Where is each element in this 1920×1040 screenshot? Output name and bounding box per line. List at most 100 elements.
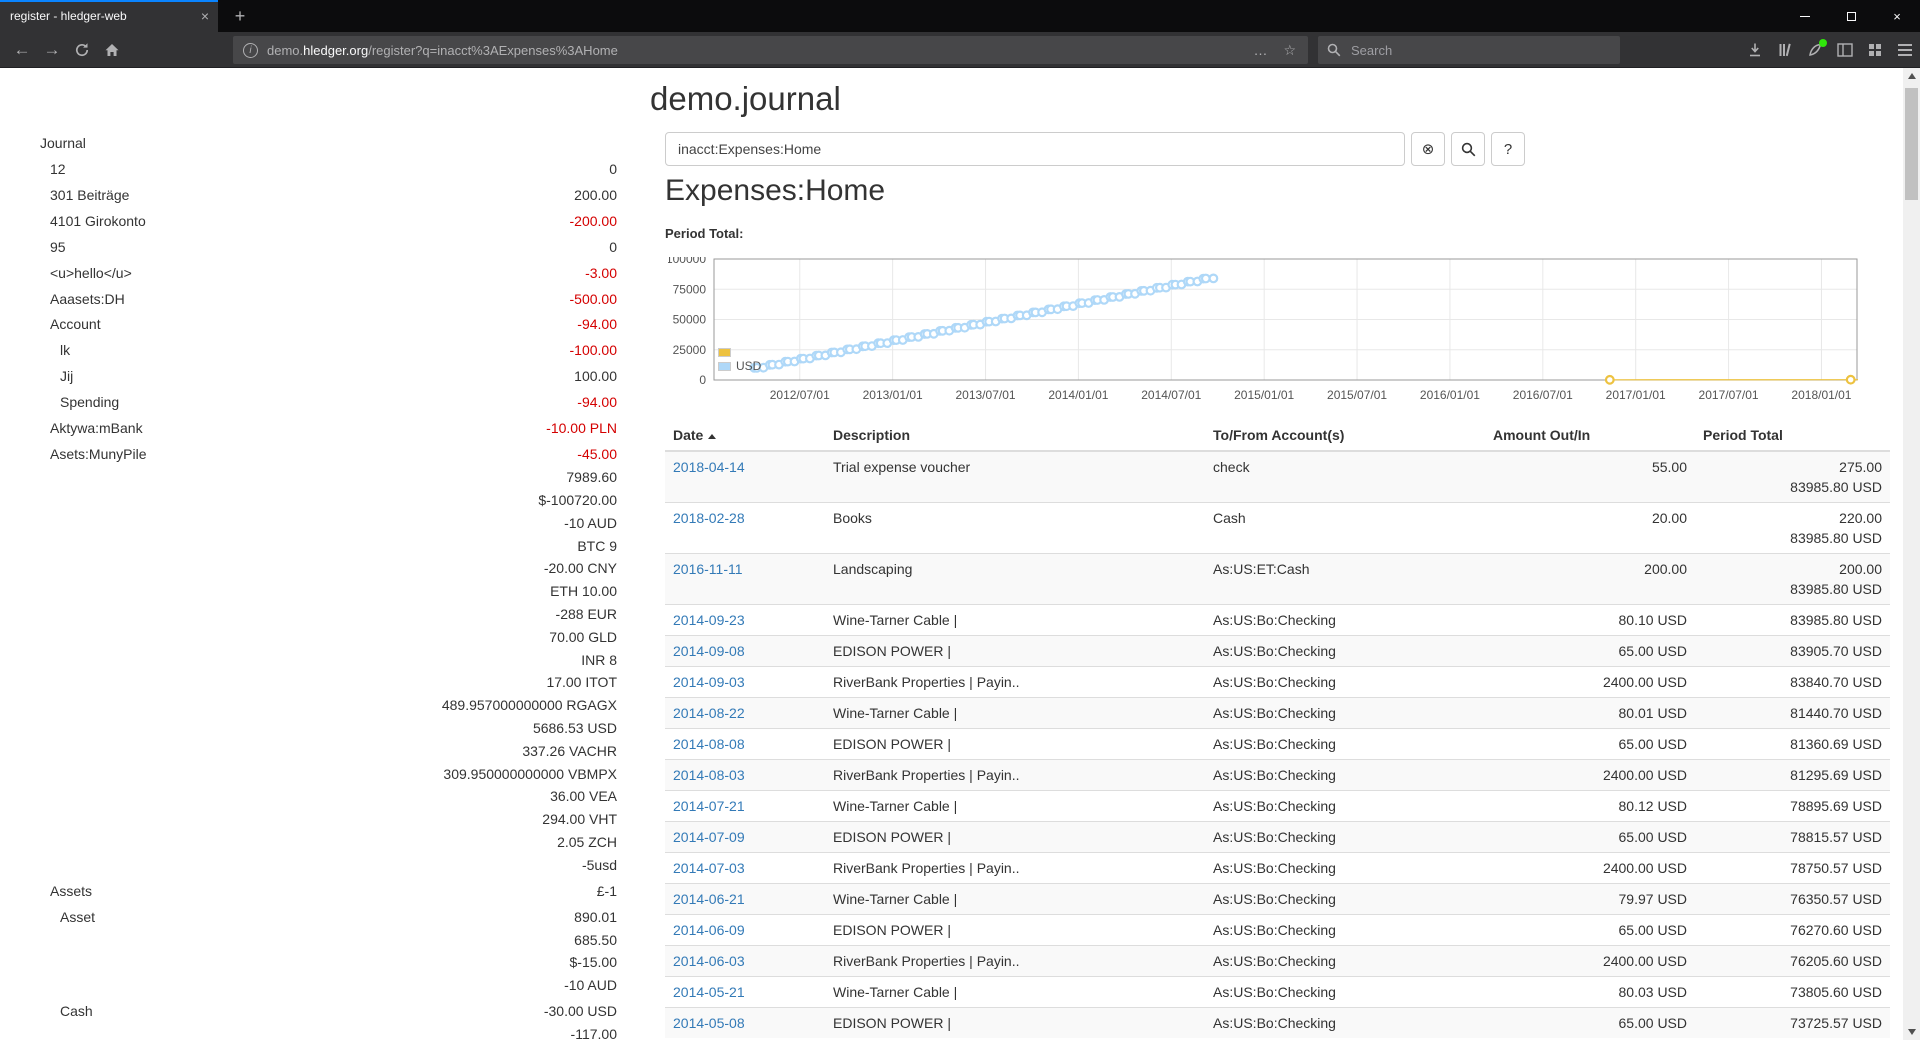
register-row: 2014-08-03RiverBank Properties | Payin..… — [665, 760, 1890, 791]
svg-text:75000: 75000 — [673, 282, 707, 296]
account-balance: £-1 — [597, 880, 617, 903]
period-total-amount: 200.0083985.80 USD — [1695, 554, 1890, 605]
balance-amount: -30.00 USD — [544, 1000, 617, 1023]
transaction-date-link[interactable]: 2014-07-03 — [673, 860, 745, 876]
sidebar-item-journal[interactable]: Journal — [40, 132, 86, 155]
clear-query-button[interactable]: ⊗ — [1411, 132, 1445, 166]
sidebar-account-link[interactable]: 12 — [40, 158, 66, 181]
browser-search-input[interactable] — [1349, 42, 1589, 59]
sidebar-toggle-button[interactable] — [1832, 37, 1858, 63]
window-close-button[interactable]: × — [1874, 0, 1920, 32]
reload-button[interactable] — [68, 36, 96, 64]
period-total-amount: 73805.60 USD — [1695, 977, 1890, 1008]
balance-amount: $-15.00 — [564, 951, 617, 974]
url-path: /register?q=inacct%3AExpenses%3AHome — [368, 43, 618, 58]
transaction-account: As:US:Bo:Checking — [1205, 698, 1485, 729]
url-domain: hledger.org — [303, 43, 368, 58]
journal-title: demo.journal — [650, 80, 841, 118]
account-balance: 0 — [609, 158, 617, 181]
browser-search-bar[interactable] — [1318, 36, 1620, 64]
register-row: 2014-06-21Wine-Tarner Cable |As:US:Bo:Ch… — [665, 884, 1890, 915]
sidebar-account-link[interactable]: Spending — [40, 391, 119, 414]
transaction-date-link[interactable]: 2018-02-28 — [673, 510, 745, 526]
new-tab-button[interactable]: + — [228, 4, 252, 28]
addon-button[interactable] — [1802, 37, 1828, 63]
transaction-account: As:US:Bo:Checking — [1205, 822, 1485, 853]
back-icon: ← — [14, 40, 31, 60]
legend-swatch-icon — [718, 348, 731, 357]
register-row: 2014-05-08EDISON POWER |As:US:Bo:Checkin… — [665, 1008, 1890, 1039]
back-button[interactable]: ← — [8, 36, 36, 64]
transaction-date-link[interactable]: 2014-09-03 — [673, 674, 745, 690]
forward-button[interactable]: → — [38, 36, 66, 64]
apps-button[interactable] — [1862, 37, 1888, 63]
transaction-date-link[interactable]: 2014-07-21 — [673, 798, 745, 814]
period-total-amount: 83985.80 USD — [1695, 605, 1890, 636]
sidebar-account-link[interactable]: Assets — [40, 880, 92, 903]
column-header-date[interactable]: Date — [665, 420, 825, 451]
transaction-description: Wine-Tarner Cable | — [825, 791, 1205, 822]
transaction-date-link[interactable]: 2014-07-09 — [673, 829, 745, 845]
sidebar-account-link[interactable]: Cash — [40, 1000, 93, 1023]
register-row: 2014-08-22Wine-Tarner Cable |As:US:Bo:Ch… — [665, 698, 1890, 729]
transaction-date-link[interactable]: 2014-06-03 — [673, 953, 745, 969]
transaction-date-link[interactable]: 2014-05-08 — [673, 1015, 745, 1031]
balance-amount: 100.00 — [574, 365, 617, 388]
scroll-up-icon[interactable] — [1903, 68, 1920, 84]
sidebar-account-link[interactable]: <u>hello</u> — [40, 262, 132, 285]
scroll-down-icon[interactable] — [1903, 1024, 1920, 1040]
query-input[interactable] — [665, 132, 1405, 166]
svg-text:2017/07/01: 2017/07/01 — [1699, 388, 1759, 402]
transaction-date-link[interactable]: 2014-08-03 — [673, 767, 745, 783]
sidebar-account-link[interactable]: 95 — [40, 236, 66, 259]
transaction-date-link[interactable]: 2016-11-11 — [673, 561, 743, 577]
site-info-icon[interactable]: i — [243, 43, 258, 58]
download-button[interactable] — [1742, 37, 1768, 63]
scrollbar-thumb[interactable] — [1905, 88, 1918, 200]
sidebar-account-link[interactable]: Asets:MunyPile — [40, 443, 146, 466]
menu-button[interactable] — [1892, 37, 1918, 63]
sidebar-account-link[interactable]: lk — [40, 339, 70, 362]
page-scrollbar[interactable] — [1903, 68, 1920, 1040]
page-actions-icon[interactable]: … — [1253, 42, 1267, 58]
transaction-date-link[interactable]: 2014-08-08 — [673, 736, 745, 752]
account-title: Expenses:Home — [665, 174, 885, 208]
sidebar-account-link[interactable]: Aktywa:mBank — [40, 417, 143, 440]
url-bar[interactable]: i demo.hledger.org/register?q=inacct%3AE… — [233, 36, 1308, 64]
transaction-date-link[interactable]: 2018-04-14 — [673, 459, 745, 475]
bookmark-star-icon[interactable]: ☆ — [1283, 42, 1296, 59]
balance-amount: -117.00 — [544, 1023, 617, 1040]
sidebar-account-row: lk-100.00 — [40, 338, 617, 364]
browser-tab[interactable]: register - hledger-web × — [0, 0, 218, 32]
transaction-date-link[interactable]: 2014-06-09 — [673, 922, 745, 938]
sidebar-account-link[interactable]: Aaasets:DH — [40, 288, 125, 311]
sidebar-account-link[interactable]: Jij — [40, 365, 73, 388]
sidebar-account-row: <u>hello</u>-3.00 — [40, 260, 617, 286]
window-maximize-button[interactable] — [1828, 0, 1874, 32]
register-row: 2016-11-11LandscapingAs:US:ET:Cash200.00… — [665, 554, 1890, 605]
sidebar-account-link[interactable]: 301 Beiträge — [40, 184, 129, 207]
tab-close-icon[interactable]: × — [197, 8, 213, 24]
transaction-date-link[interactable]: 2014-09-23 — [673, 612, 745, 628]
sidebar-account-link[interactable]: Asset — [40, 906, 95, 929]
close-icon: × — [1893, 9, 1901, 24]
transaction-description: Wine-Tarner Cable | — [825, 977, 1205, 1008]
library-button[interactable] — [1772, 37, 1798, 63]
help-button[interactable]: ? — [1491, 132, 1525, 166]
sidebar-account-row: Cash -30.00 USD-117.00 — [40, 999, 617, 1040]
transaction-date-link[interactable]: 2014-08-22 — [673, 705, 745, 721]
transaction-date-link[interactable]: 2014-09-08 — [673, 643, 745, 659]
period-total-amount: 73725.57 USD — [1695, 1008, 1890, 1039]
sidebar-account-link[interactable]: Account — [40, 313, 101, 336]
balance-amount: 489.957000000000 RGAGX — [442, 694, 617, 717]
window-minimize-button[interactable] — [1782, 0, 1828, 32]
sidebar-account-link[interactable]: 4101 Girokonto — [40, 210, 146, 233]
sidebar-account-row: Spending-94.00 — [40, 390, 617, 416]
transaction-amount: 2400.00 USD — [1485, 853, 1695, 884]
transaction-date-link[interactable]: 2014-06-21 — [673, 891, 745, 907]
balance-amount: 17.00 ITOT — [442, 671, 617, 694]
home-button[interactable] — [98, 36, 126, 64]
sidebar-account-row: Asset890.01685.50$-15.00-10 AUD — [40, 904, 617, 998]
search-submit-button[interactable] — [1451, 132, 1485, 166]
transaction-date-link[interactable]: 2014-05-21 — [673, 984, 745, 1000]
